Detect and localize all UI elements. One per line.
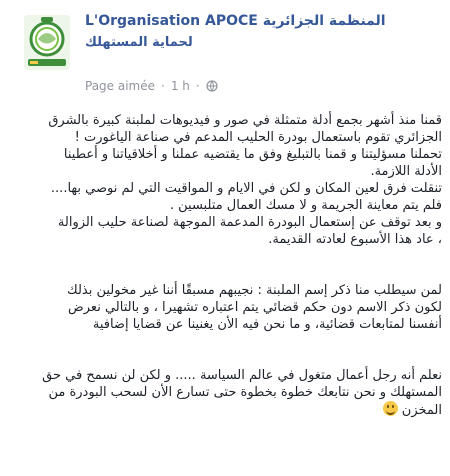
post-line: أنفسنا لمتابعات قضائية، و ما نحن فيه الأ… <box>92 317 442 332</box>
post-header: L'Organisation APOCE المنظمة الجزائرية ل… <box>0 0 450 100</box>
post-line: تحملنا مسؤليتنا و قمنا بالتبليغ وفق ما ي… <box>63 147 442 162</box>
post-line: تنقلت فرق لعين المكان و لكن في الايام و … <box>50 181 442 196</box>
post-line-text: المخزن <box>401 403 442 418</box>
post-line: الأدلة اللازمة. <box>370 164 442 179</box>
meta-separator-2: · <box>195 79 200 93</box>
page-title[interactable]: L'Organisation APOCE المنظمة الجزائرية <box>85 13 440 33</box>
post-line-last: المخزن <box>12 401 442 419</box>
post-line: و بعد توقف عن إستعمال البودرة المدعمة ال… <box>57 215 442 230</box>
post-meta: Page aimée · 1 h · <box>85 77 218 95</box>
meta-separator: · <box>161 79 165 93</box>
page-title-arabic[interactable]: المنظمة الجزائرية <box>263 13 386 29</box>
post-line: الجزائري تقوم باستعمال بودرة الحليب المد… <box>74 130 442 145</box>
page-subtitle[interactable]: لحماية المستهلك <box>85 35 385 53</box>
post-line: المستهلك و نحن نتابعك خطوة بخطوة حتى تسا… <box>48 385 442 400</box>
post-line: نعلم أنه رجل أعمال متغول في عالم السياسة… <box>42 368 442 383</box>
post-line: فلم يتم معاينة الجريمة و لا مسك العمال م… <box>169 198 442 213</box>
page-title-latin[interactable]: L'Organisation APOCE <box>85 13 258 29</box>
post-body: قمنا منذ أشهر بجمع أدلة متمثلة في صور و … <box>12 112 442 472</box>
post-line: لكون ذكر الاسم دون حكم قضائي يتم اعتباره… <box>68 300 442 315</box>
post-line: ، عاد هذا الأسبوع لعادته القديمة. <box>268 232 442 247</box>
post-line: قمنا منذ أشهر بجمع أدلة متمثلة في صور و … <box>48 113 442 128</box>
globe-icon[interactable] <box>206 80 218 92</box>
post-line: لمن سيطلب منا ذكر إسم الملبنة : نجيبهم م… <box>67 283 442 298</box>
page-liked-label: Page aimée <box>85 79 156 93</box>
post-timestamp[interactable]: 1 h <box>171 79 190 93</box>
page-avatar[interactable] <box>24 15 70 70</box>
apoce-logo-icon <box>24 15 70 70</box>
smile-emoji-icon <box>382 401 398 416</box>
